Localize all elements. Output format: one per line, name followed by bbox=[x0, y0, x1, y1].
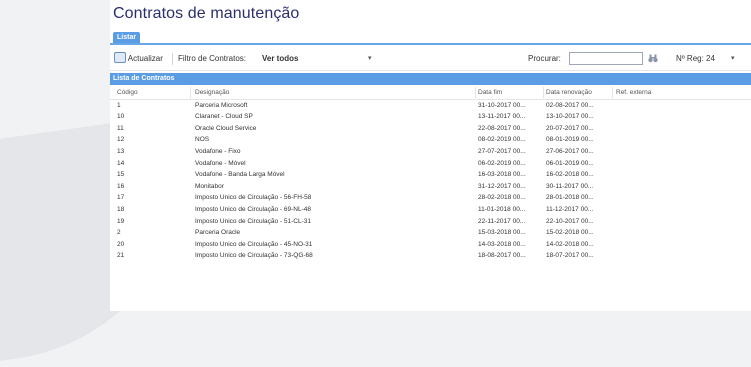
table-row[interactable]: 16 Monitabor 31-12-2017 00... 30-11-2017 00… bbox=[110, 181, 751, 193]
table-header: Código Designação Data fim Data renovaçã… bbox=[110, 87, 751, 100]
table-cell: 13 bbox=[117, 147, 125, 155]
table-cell: 11-01-2018 00... bbox=[478, 205, 526, 213]
binoculars-icon[interactable] bbox=[648, 54, 658, 63]
table-cell: 14-02-2018 00... bbox=[546, 240, 594, 248]
table-cell: 20 bbox=[117, 240, 125, 248]
table-row[interactable]: 2 Parceria Oracle 15-03-2018 00... 15-02-20… bbox=[110, 227, 751, 239]
table-cell: 06-01-2019 00... bbox=[546, 159, 594, 167]
table-cell: Imposto Unico de Circulação - 51-CL-31 bbox=[195, 217, 311, 225]
table-cell: 10 bbox=[117, 113, 125, 121]
table-cell: Claranet - Cloud SP bbox=[195, 113, 253, 121]
table-row[interactable]: 11 Oracle Cloud Service 22-08-2017 00... 20… bbox=[110, 123, 751, 135]
table-row[interactable]: 21 Imposto Unico de Circulação - 73-QG-68… bbox=[110, 250, 751, 262]
table-cell: 18 bbox=[117, 205, 125, 213]
toolbar-divider bbox=[172, 53, 173, 65]
table-cell: 27-06-2017 00... bbox=[546, 147, 594, 155]
table-row[interactable]: 17 Imposto Unico de Circulação - 56-FH-58… bbox=[110, 192, 751, 204]
table-cell: Imposto Unico de Circulação - 45-NO-31 bbox=[195, 240, 313, 248]
column-header-codigo[interactable]: Código bbox=[117, 87, 177, 99]
column-header-designacao[interactable]: Designação bbox=[195, 87, 475, 99]
search-label: Procurar: bbox=[528, 54, 561, 63]
contracts-table: Código Designação Data fim Data renovaçã… bbox=[110, 87, 751, 262]
table-cell: 22-11-2017 00... bbox=[478, 217, 526, 225]
table-row[interactable]: 19 Imposto Unico de Circulação - 51-CL-31… bbox=[110, 216, 751, 228]
table-cell: Oracle Cloud Service bbox=[195, 124, 257, 132]
table-row[interactable]: 14 Vodafone - Móvel 06-02-2019 00... 06-01-… bbox=[110, 158, 751, 170]
refresh-button[interactable]: Actualizar bbox=[114, 48, 163, 70]
table-cell: Vodafone - Fixo bbox=[195, 147, 241, 155]
table-cell: 11-12-2017 00... bbox=[546, 205, 594, 213]
table-cell: 16 bbox=[117, 182, 125, 190]
filter-label: Filtro de Contratos: bbox=[178, 54, 247, 63]
table-cell: 31-10-2017 00... bbox=[478, 101, 526, 109]
table-cell: 28-02-2018 00... bbox=[478, 194, 526, 202]
table-cell: 17 bbox=[117, 194, 125, 202]
refresh-icon bbox=[114, 52, 126, 64]
table-row[interactable]: 15 Vodafone - Banda Larga Móvel 16-03-2018… bbox=[110, 169, 751, 181]
table-row[interactable]: 12 NOS 08-02-2019 00... 08-01-2019 00... bbox=[110, 134, 751, 146]
table-cell: 08-02-2019 00... bbox=[478, 136, 526, 144]
refresh-label: Actualizar bbox=[127, 54, 163, 63]
table-cell: 20-07-2017 00... bbox=[546, 124, 594, 132]
table-cell: Imposto Unico de Circulação - 73-QG-68 bbox=[195, 252, 313, 260]
table-cell: 15 bbox=[117, 171, 125, 179]
column-header-data-renovacao[interactable]: Data renovação bbox=[546, 87, 614, 99]
table-cell: 2 bbox=[117, 229, 121, 237]
table-cell: 13-11-2017 00... bbox=[478, 113, 526, 121]
chevron-down-icon[interactable]: ▾ bbox=[368, 48, 372, 70]
search-input[interactable] bbox=[569, 52, 643, 65]
table-cell: 28-01-2018 00... bbox=[546, 194, 594, 202]
table-cell: 30-11-2017 00... bbox=[546, 182, 594, 190]
table-cell: 16-03-2018 00... bbox=[478, 171, 526, 179]
table-row[interactable]: 20 Imposto Unico de Circulação - 45-NO-31… bbox=[110, 239, 751, 251]
table-cell: Vodafone - Móvel bbox=[195, 159, 246, 167]
table-row[interactable]: 10 Claranet - Cloud SP 13-11-2017 00... 13-… bbox=[110, 111, 751, 123]
chevron-down-icon[interactable]: ▾ bbox=[731, 48, 735, 70]
table-cell: 31-12-2017 00... bbox=[478, 182, 526, 190]
tab-listar[interactable]: Listar bbox=[113, 32, 141, 43]
table-cell: NOS bbox=[195, 136, 210, 144]
table-cell: 06-02-2019 00... bbox=[478, 159, 526, 167]
table-cell: 14-03-2018 00... bbox=[478, 240, 526, 248]
table-cell: Vodafone - Banda Larga Móvel bbox=[195, 171, 285, 179]
column-header-ref-externa[interactable]: Ref. externa bbox=[616, 87, 706, 99]
table-cell: Monitabor bbox=[195, 182, 224, 190]
table-cell: 16-02-2018 00... bbox=[546, 171, 594, 179]
table-cell: 27-07-2017 00... bbox=[478, 147, 526, 155]
table-row[interactable]: 18 Imposto Unico de Circulação - 69-NL-48… bbox=[110, 204, 751, 216]
table-cell: 15-02-2018 00... bbox=[546, 229, 594, 237]
panel-header: Lista de Contratos bbox=[110, 73, 751, 85]
table-cell: 19 bbox=[117, 217, 125, 225]
page-title: Contratos de manutenção bbox=[113, 5, 300, 22]
table-cell: 15-03-2018 00... bbox=[478, 229, 526, 237]
filter-select[interactable]: Ver todos bbox=[262, 48, 298, 70]
table-cell: 13-10-2017 00... bbox=[546, 113, 594, 121]
table-cell: 12 bbox=[117, 136, 125, 144]
table-cell: 08-01-2019 00... bbox=[546, 136, 594, 144]
table-cell: 22-08-2017 00... bbox=[478, 124, 526, 132]
toolbar: Actualizar Filtro de Contratos: Ver todo… bbox=[110, 48, 751, 71]
table-cell: 02-08-2017 00... bbox=[546, 101, 594, 109]
tab-bar: Listar bbox=[110, 32, 751, 45]
table-cell: Parceria Microsoft bbox=[195, 101, 248, 109]
table-cell: 1 bbox=[117, 101, 121, 109]
table-cell: 18-08-2017 00... bbox=[478, 252, 526, 260]
column-header-data-fim[interactable]: Data fim bbox=[478, 87, 544, 99]
table-cell: Imposto Unico de Circulação - 69-NL-48 bbox=[195, 205, 311, 213]
table-cell: 11 bbox=[117, 124, 124, 132]
table-cell: Imposto Unico de Circulação - 56-FH-58 bbox=[195, 194, 312, 202]
table-cell: Parceria Oracle bbox=[195, 229, 241, 237]
table-row[interactable]: 13 Vodafone - Fixo 27-07-2017 00... 27-06-2… bbox=[110, 146, 751, 158]
app-window: Contratos de manutenção Listar Actualiza… bbox=[110, 0, 751, 311]
table-cell: 22-10-2017 00... bbox=[546, 217, 594, 225]
panel-title: Lista de Contratos bbox=[113, 75, 175, 82]
table-cell: 18-07-2017 00... bbox=[546, 252, 594, 260]
table-row[interactable]: 1 Parceria Microsoft 31-10-2017 00... 02-08… bbox=[110, 100, 751, 112]
table-cell: 14 bbox=[117, 159, 125, 167]
records-count: Nº Reg: 24 bbox=[676, 54, 715, 63]
table-cell: 21 bbox=[117, 252, 125, 260]
